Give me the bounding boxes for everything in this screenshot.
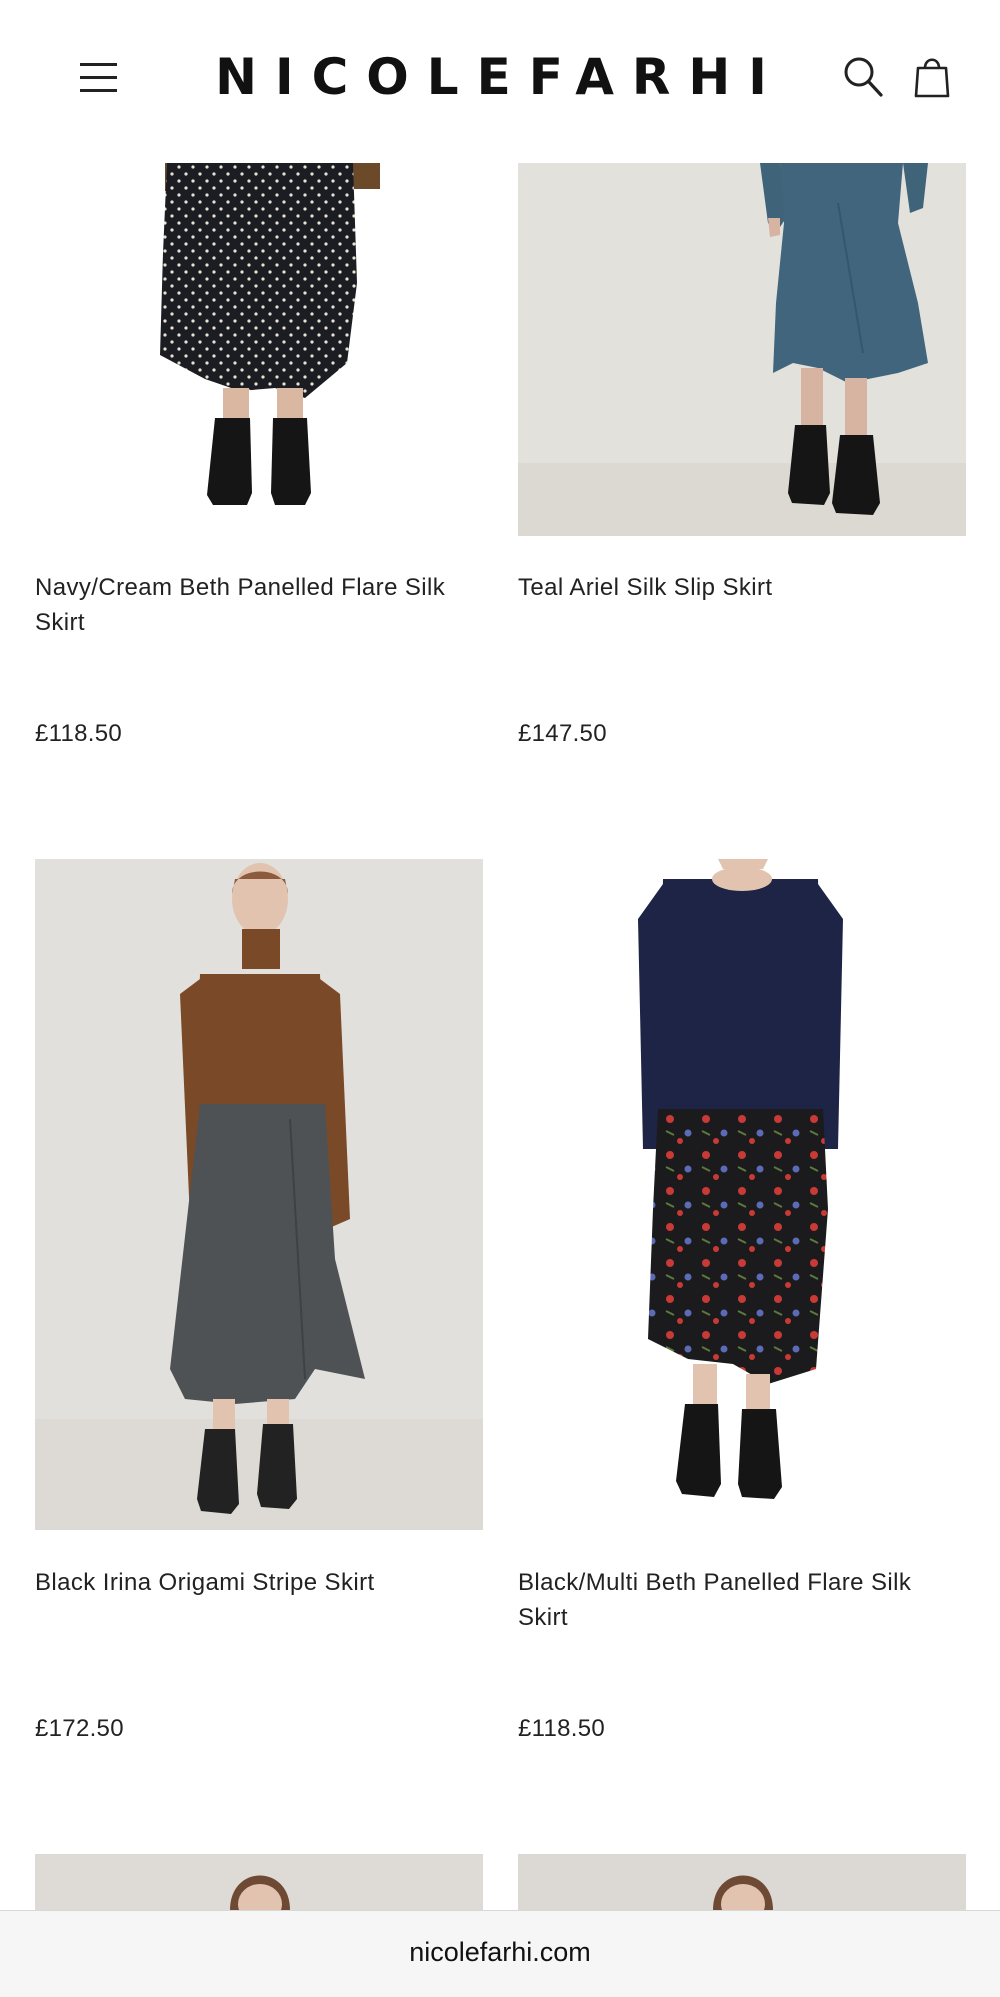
product-price: £118.50 <box>35 720 123 747</box>
browser-url-bar[interactable]: nicolefarhi.com <box>0 1910 1000 1997</box>
product-image[interactable] <box>518 859 966 1530</box>
product-price: £172.50 <box>35 1715 124 1742</box>
product-image[interactable] <box>35 1854 483 1910</box>
product-name[interactable]: Black Irina Origami Stripe Skirt <box>35 1565 483 1600</box>
product-name[interactable]: Teal Ariel Silk Slip Skirt <box>518 570 966 605</box>
shopping-bag-icon[interactable] <box>914 54 950 98</box>
product-image[interactable] <box>35 859 483 1530</box>
product-name[interactable]: Navy/Cream Beth Panelled Flare Silk Skir… <box>35 570 483 640</box>
product-price: £118.50 <box>518 1715 606 1742</box>
product-image[interactable] <box>518 1854 966 1910</box>
url-text[interactable]: nicolefarhi.com <box>0 1937 1000 1968</box>
search-icon[interactable] <box>843 56 883 98</box>
product-image[interactable] <box>518 163 966 536</box>
product-price: £147.50 <box>518 720 607 747</box>
site-header: NICOLEFARHI <box>0 0 1000 155</box>
product-name[interactable]: Black/Multi Beth Panelled Flare Silk Ski… <box>518 1565 966 1635</box>
product-image[interactable] <box>35 163 483 536</box>
